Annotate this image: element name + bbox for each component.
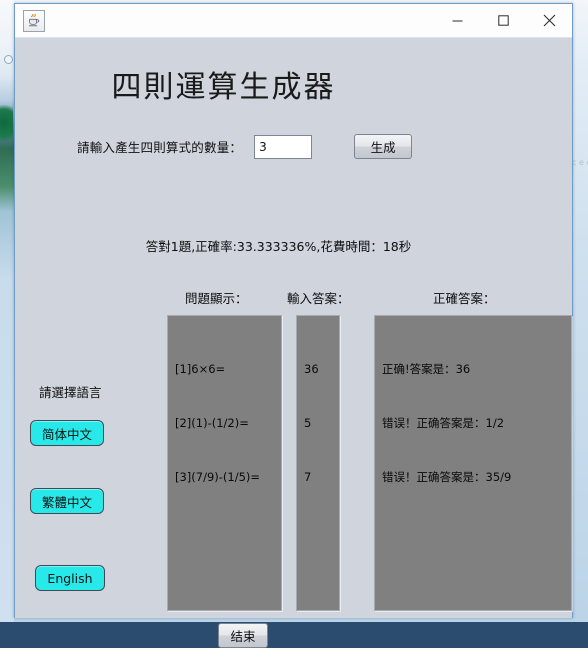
title-bar — [15, 4, 572, 38]
page-title: 四則運算生成器 — [111, 70, 336, 105]
correct-answer-line: 错误！正确答案是：1/2 — [382, 416, 505, 430]
exit-button[interactable]: 结束 — [218, 623, 268, 648]
user-answer-line: 5 — [304, 416, 312, 430]
stats-line: 答對1題,正確率:33.333336%,花費時間：18秒 — [145, 239, 412, 254]
background-radio-dot — [4, 55, 13, 64]
problems-panel[interactable]: [1]6×6= [2](1)-(1/2)= [3](7/9)-(1/5)= — [167, 315, 282, 611]
close-icon[interactable] — [526, 4, 572, 37]
language-button-english[interactable]: English — [35, 565, 105, 591]
user-answer-line: 36 — [304, 362, 319, 376]
language-label: 請選擇語言 — [39, 385, 102, 400]
correct-answer-line: 正确!答案是：36 — [382, 362, 471, 376]
correct-answer-line: 错误！正确答案是：35/9 — [382, 470, 512, 484]
header-answers: 輸入答案： — [287, 291, 350, 306]
user-answer-line: 7 — [304, 470, 312, 484]
application-window: 四則運算生成器 請輸入產生四則算式的數量： 生成 答對1題,正確率:33.333… — [14, 3, 573, 648]
background-window-right-text: c e c f ) e c — [572, 158, 588, 167]
header-correct: 正確答案： — [433, 291, 496, 306]
count-label: 請輸入產生四則算式的數量： — [77, 140, 243, 155]
language-button-simplified-chinese[interactable]: 简体中文 — [30, 420, 104, 446]
minimize-icon[interactable] — [434, 4, 480, 37]
maximize-icon[interactable] — [480, 4, 526, 37]
generate-controls-row: 請輸入產生四則算式的數量： 生成 — [77, 134, 413, 159]
language-button-traditional-chinese[interactable]: 繁體中文 — [30, 488, 104, 514]
background-window-left-strip — [0, 0, 14, 622]
generate-button[interactable]: 生成 — [354, 134, 413, 159]
header-problems: 問題顯示： — [185, 291, 248, 306]
client-area: 四則運算生成器 請輸入產生四則算式的數量： 生成 答對1題,正確率:33.333… — [15, 38, 572, 648]
problem-line: [1]6×6= — [175, 362, 226, 376]
user-answers-panel[interactable]: 36 5 7 — [296, 315, 340, 611]
background-decoration-blob — [0, 100, 13, 146]
problem-line: [3](7/9)-(1/5)= — [175, 470, 261, 484]
count-input[interactable] — [254, 134, 313, 159]
correct-answers-panel[interactable]: 正确!答案是：36 错误！正确答案是：1/2 错误！正确答案是：35/9 — [374, 315, 572, 611]
java-coffee-cup-icon — [23, 9, 45, 32]
problem-line: [2](1)-(1/2)= — [175, 416, 249, 430]
